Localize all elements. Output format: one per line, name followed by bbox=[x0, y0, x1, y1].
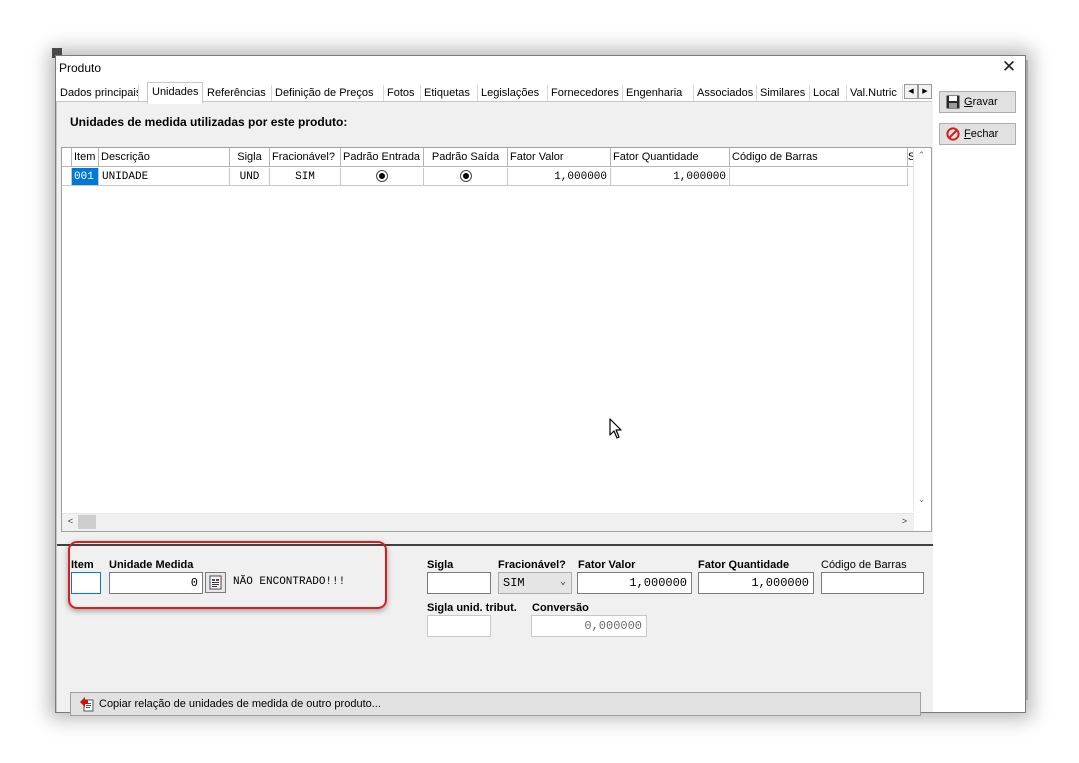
gravar-button[interactable]: Gravar bbox=[939, 91, 1016, 113]
cell-descricao[interactable]: UNIDADE bbox=[99, 168, 230, 186]
cell-sigla[interactable]: UND bbox=[230, 168, 270, 186]
fracionavel-label: Fracionável? bbox=[498, 559, 566, 571]
horizontal-scrollbar[interactable]: < > bbox=[62, 513, 914, 531]
chevron-down-icon[interactable]: ⌄ bbox=[560, 573, 566, 593]
tab-associados[interactable]: Associados bbox=[693, 85, 757, 101]
cell-padrao-entrada[interactable] bbox=[341, 168, 424, 186]
fechar-button[interactable]: Fechar bbox=[939, 123, 1016, 145]
codigo-barras-input[interactable] bbox=[821, 572, 924, 594]
conversao-label: Conversão bbox=[532, 602, 589, 614]
radio-padrao-saida[interactable] bbox=[459, 170, 472, 183]
tab-scroll-right-icon[interactable]: ▶ bbox=[918, 84, 932, 99]
copy-units-button[interactable]: Copiar relação de unidades de medida de … bbox=[70, 692, 921, 716]
tab-dados-principais[interactable]: Dados principais bbox=[56, 85, 139, 101]
cell-codigo-barras[interactable] bbox=[730, 168, 908, 186]
tab-strip: Dados principais Unidades Referências Defin… bbox=[56, 82, 934, 104]
cell-fator-quantidade[interactable]: 1,000000 bbox=[611, 168, 730, 186]
gravar-label: Gravar bbox=[964, 96, 998, 108]
tab-similares[interactable]: Similares bbox=[756, 85, 810, 101]
col-header-codigo-barras[interactable]: Código de Barras bbox=[730, 148, 908, 167]
tab-definicao-de-precos[interactable]: Definição de Preços bbox=[271, 85, 384, 101]
save-icon bbox=[946, 95, 960, 116]
scroll-down-icon[interactable]: ⌄ bbox=[914, 494, 929, 505]
col-header-padrao-saida[interactable]: Padrão Saída bbox=[424, 148, 508, 167]
tab-fotos[interactable]: Fotos bbox=[383, 85, 421, 101]
fechar-label: Fechar bbox=[964, 128, 999, 140]
tab-engenharia[interactable]: Engenharia bbox=[622, 85, 694, 101]
sigla-input[interactable] bbox=[427, 572, 491, 594]
close-icon[interactable]: ✕ bbox=[999, 58, 1019, 76]
tab-referencias[interactable]: Referências bbox=[203, 85, 272, 101]
units-grid[interactable]: Item Descrição Sigla Fracionável? Padrão… bbox=[61, 147, 932, 532]
produto-window: Produto ✕ Dados principais Unidades Referê… bbox=[55, 55, 1026, 716]
window-title: Produto bbox=[59, 61, 102, 75]
fator-quantidade-input[interactable]: 1,000000 bbox=[698, 572, 814, 594]
grid-indicator-header bbox=[62, 148, 72, 167]
col-header-item[interactable]: Item bbox=[72, 148, 99, 167]
unidades-panel: Unidades de medida utilizadas por este p… bbox=[56, 102, 933, 716]
fator-valor-label: Fator Valor bbox=[578, 559, 636, 571]
vertical-scrollbar[interactable]: ⌃ ⌄ bbox=[913, 148, 931, 511]
cell-fator-valor[interactable]: 1,000000 bbox=[508, 168, 611, 186]
col-header-padrao-entrada[interactable]: Padrão Entrada bbox=[341, 148, 424, 167]
cell-padrao-saida[interactable] bbox=[424, 168, 508, 186]
radio-padrao-entrada[interactable] bbox=[376, 170, 388, 183]
fator-valor-input[interactable]: 1,000000 bbox=[577, 572, 692, 594]
tab-scroll-left-icon[interactable]: ◀ bbox=[904, 84, 918, 99]
titlebar: Produto ✕ bbox=[56, 56, 1025, 80]
col-header-sigla[interactable]: Sigla bbox=[230, 148, 270, 167]
sigla-tribut-input[interactable] bbox=[427, 615, 491, 637]
highlight-box bbox=[68, 541, 387, 609]
fator-quantidade-label: Fator Quantidade bbox=[698, 559, 790, 571]
cell-fracionavel[interactable]: SIM bbox=[270, 168, 341, 186]
sigla-tribut-label: Sigla unid. tribut. bbox=[427, 602, 517, 614]
tab-val-nutric[interactable]: Val.Nutric bbox=[846, 85, 903, 101]
codigo-barras-label: Código de Barras bbox=[821, 559, 907, 571]
cancel-icon bbox=[946, 127, 960, 148]
fracionavel-value: SIM bbox=[503, 576, 525, 590]
tab-etiquetas[interactable]: Etiquetas bbox=[420, 85, 478, 101]
section-heading: Unidades de medida utilizadas por este p… bbox=[70, 115, 348, 129]
col-header-fracionavel[interactable]: Fracionável? bbox=[270, 148, 341, 167]
scroll-up-icon[interactable]: ⌃ bbox=[914, 150, 929, 161]
tab-legislacoes[interactable]: Legislações bbox=[477, 85, 548, 101]
scroll-left-icon[interactable]: < bbox=[63, 516, 78, 526]
cell-item[interactable]: 001 bbox=[72, 168, 99, 186]
cursor-icon bbox=[609, 418, 623, 443]
tab-local[interactable]: Local bbox=[809, 85, 847, 101]
scroll-thumb[interactable] bbox=[78, 515, 96, 529]
col-header-fator-valor[interactable]: Fator Valor bbox=[508, 148, 611, 167]
copy-units-label: Copiar relação de unidades de medida de … bbox=[99, 698, 381, 710]
tab-unidades[interactable]: Unidades bbox=[147, 82, 203, 104]
conversao-input[interactable]: 0,000000 bbox=[531, 615, 647, 637]
col-header-fator-quantidade[interactable]: Fator Quantidade bbox=[611, 148, 730, 167]
scroll-right-icon[interactable]: > bbox=[897, 516, 912, 526]
copy-icon bbox=[79, 696, 95, 712]
tab-fornecedores[interactable]: Fornecedores bbox=[547, 85, 623, 101]
fracionavel-select[interactable]: SIM ⌄ bbox=[498, 572, 572, 594]
row-indicator bbox=[62, 168, 72, 186]
sigla-label: Sigla bbox=[427, 559, 454, 571]
col-header-descricao[interactable]: Descrição bbox=[99, 148, 230, 167]
